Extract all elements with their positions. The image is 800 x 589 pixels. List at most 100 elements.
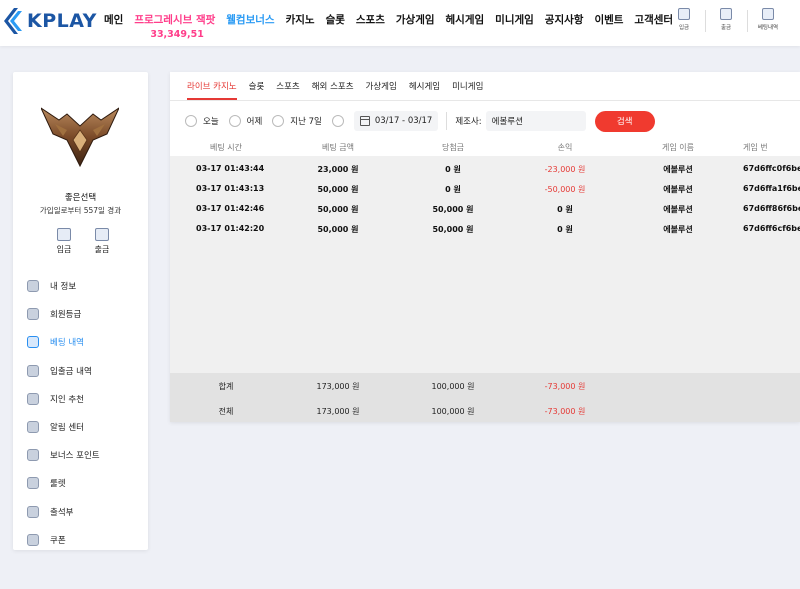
total-label: 전체 — [218, 407, 234, 416]
sidebar-item-transactions[interactable]: 입출금 내역 — [27, 357, 100, 385]
sidebar-item-member-grade[interactable]: 회원등급 — [27, 300, 100, 328]
cell-bet-amount: 23,000 원 — [317, 165, 359, 174]
header-deposit-button[interactable]: 입금 — [670, 8, 698, 32]
top-header: KPLAY 메인 프로그레시브 잭팟 33,349,51 웰컴보너스 카지노 슬… — [0, 0, 800, 46]
cell-win-amount: 0 원 — [445, 185, 461, 194]
tab-mini-game[interactable]: 미니게임 — [452, 80, 483, 100]
radio-yesterday[interactable]: 어제 — [228, 115, 262, 127]
cell-profit-loss: 0 원 — [557, 225, 573, 234]
filter-bar: 오늘 어제 지난 7일 03/17 - 03/17 제조사: 검색 — [185, 106, 800, 136]
cell-bet-time: 03-17 01:43:13 — [196, 184, 265, 193]
cell-game-name: 에볼루션 — [663, 165, 693, 174]
column-header: 당첨금 — [441, 143, 465, 152]
table-header: 베팅 시간 베팅 금액 당첨금 손익 게임 이름 게임 번 — [170, 136, 800, 156]
search-button[interactable]: 검색 — [594, 110, 655, 132]
nav-progressive-label: 프로그레시브 잭팟 — [134, 14, 216, 26]
sidebar-item-notifications[interactable]: 알림 센터 — [27, 413, 100, 441]
column-header: 베팅 시간 — [210, 143, 242, 152]
total-win-amount: 100,000 원 — [431, 407, 475, 416]
nav-notice[interactable]: 공지사항 — [545, 12, 584, 27]
tab-virtual-game[interactable]: 가상게임 — [366, 80, 397, 100]
total-bet-amount: 173,000 원 — [316, 382, 360, 391]
sidebar-item-referral[interactable]: 지인 추천 — [27, 385, 100, 413]
nav-casino[interactable]: 카지노 — [286, 12, 315, 27]
radio-circle — [331, 115, 344, 127]
radio-label: 오늘 — [203, 117, 219, 127]
bell-icon — [27, 421, 39, 434]
logo-text: KPLAY — [27, 10, 97, 32]
bet-history-table: 베팅 시간 베팅 금액 당첨금 손익 게임 이름 게임 번 03-17 01:4… — [170, 136, 800, 422]
cell-game-name: 에볼루션 — [663, 225, 693, 234]
cell-bet-amount: 50,000 원 — [317, 205, 359, 214]
table-row[interactable]: 03-17 01:43:44 23,000 원 0 원 -23,000 원 에볼… — [170, 158, 800, 178]
header-bet-history-button[interactable]: 베팅내역 — [754, 8, 782, 32]
sidebar-item-coupon[interactable]: 쿠폰 — [27, 526, 100, 554]
grade-icon — [27, 308, 39, 321]
radio-label: 지난 7일 — [290, 117, 322, 127]
total-bet-amount: 173,000 원 — [316, 407, 360, 416]
nav-welcome-bonus[interactable]: 웰컴보너스 — [226, 12, 274, 27]
cell-win-amount: 0 원 — [445, 165, 461, 174]
radio-today[interactable]: 오늘 — [185, 115, 219, 127]
header-withdraw-label: 출금 — [720, 25, 732, 31]
nav-main[interactable]: 메인 — [104, 12, 123, 27]
withdraw-icon — [95, 228, 109, 241]
sidebar-item-bonus-points[interactable]: 보너스 포인트 — [27, 441, 100, 469]
header-divider — [705, 10, 706, 32]
withdraw-icon — [720, 8, 732, 20]
sidebar-deposit-label: 입금 — [56, 245, 72, 254]
radio-circle — [272, 115, 285, 127]
column-header: 손익 — [557, 143, 573, 152]
sidebar: 좋은선택 가입일로부터 557일 경과 입금 출금 내 정보 회원등급 베팅 내… — [13, 72, 148, 550]
table-row[interactable]: 03-17 01:42:46 50,000 원 50,000 원 0 원 에볼루… — [170, 198, 800, 218]
kplay-logo[interactable]: KPLAY — [4, 8, 97, 34]
profile-username: 좋은선택 — [64, 193, 97, 203]
tab-slot[interactable]: 슬롯 — [249, 80, 265, 100]
radio-custom[interactable] — [331, 115, 350, 127]
nav-progressive-jackpot[interactable]: 프로그레시브 잭팟 33,349,51 — [134, 12, 216, 40]
header-quick-actions: 입금 출금 베팅내역 — [670, 8, 789, 32]
cell-bet-amount: 50,000 원 — [317, 225, 359, 234]
deposit-icon — [678, 8, 690, 20]
sidebar-item-roulette[interactable]: 룰렛 — [27, 469, 100, 497]
sidebar-item-label: 룰렛 — [50, 479, 66, 490]
nav-hash-game[interactable]: 헤시게임 — [446, 12, 485, 27]
sidebar-item-bet-history[interactable]: 베팅 내역 — [27, 328, 100, 356]
date-range-picker[interactable]: 03/17 - 03/17 — [353, 111, 439, 131]
tab-hash-game[interactable]: 헤시게임 — [409, 80, 440, 100]
table-row[interactable]: 03-17 01:43:13 50,000 원 0 원 -50,000 원 에볼… — [170, 178, 800, 198]
sidebar-item-my-info[interactable]: 내 정보 — [27, 272, 100, 300]
grand-total-row: 전체 173,000 원 100,000 원 -73,000 원 — [170, 398, 800, 422]
sidebar-item-attendance[interactable]: 출석부 — [27, 498, 100, 526]
tab-sports[interactable]: 스포츠 — [276, 80, 299, 100]
sidebar-deposit-button[interactable]: 입금 — [52, 228, 76, 255]
user-icon — [27, 280, 39, 293]
radio-last-7-days[interactable]: 지난 7일 — [272, 115, 322, 127]
roulette-icon — [27, 477, 39, 490]
provider-input[interactable] — [485, 111, 586, 131]
header-bet-history-label: 베팅내역 — [757, 25, 779, 31]
cell-bet-time: 03-17 01:43:44 — [196, 164, 265, 173]
nav-virtual-game[interactable]: 가상게임 — [396, 12, 435, 27]
radio-circle — [185, 115, 197, 127]
nav-mini-game[interactable]: 미니게임 — [495, 12, 534, 27]
header-withdraw-button[interactable]: 출금 — [712, 8, 740, 32]
table-row[interactable]: 03-17 01:42:20 50,000 원 50,000 원 0 원 에볼루… — [170, 218, 800, 238]
nav-event[interactable]: 이벤트 — [594, 12, 623, 27]
total-label: 합계 — [218, 382, 234, 391]
total-profit-loss: -73,000 원 — [544, 407, 586, 416]
cell-profit-loss: -50,000 원 — [544, 185, 586, 194]
tab-live-casino[interactable]: 라이브 카지노 — [187, 80, 237, 100]
nav-sports[interactable]: 스포츠 — [356, 12, 385, 27]
coupon-icon — [27, 533, 39, 546]
sidebar-item-label: 베팅 내역 — [50, 338, 84, 349]
column-header: 게임 이름 — [662, 143, 694, 152]
tab-overseas-sports[interactable]: 해외 스포츠 — [312, 80, 354, 100]
header-deposit-label: 입금 — [678, 25, 690, 31]
sidebar-item-label: 출석부 — [50, 507, 74, 518]
tabs-divider — [170, 100, 800, 101]
nav-customer-center[interactable]: 고객센터 — [634, 12, 673, 27]
nav-slot[interactable]: 슬롯 — [326, 12, 345, 27]
sidebar-withdraw-button[interactable]: 출금 — [90, 228, 114, 255]
calendar-icon — [359, 116, 370, 126]
